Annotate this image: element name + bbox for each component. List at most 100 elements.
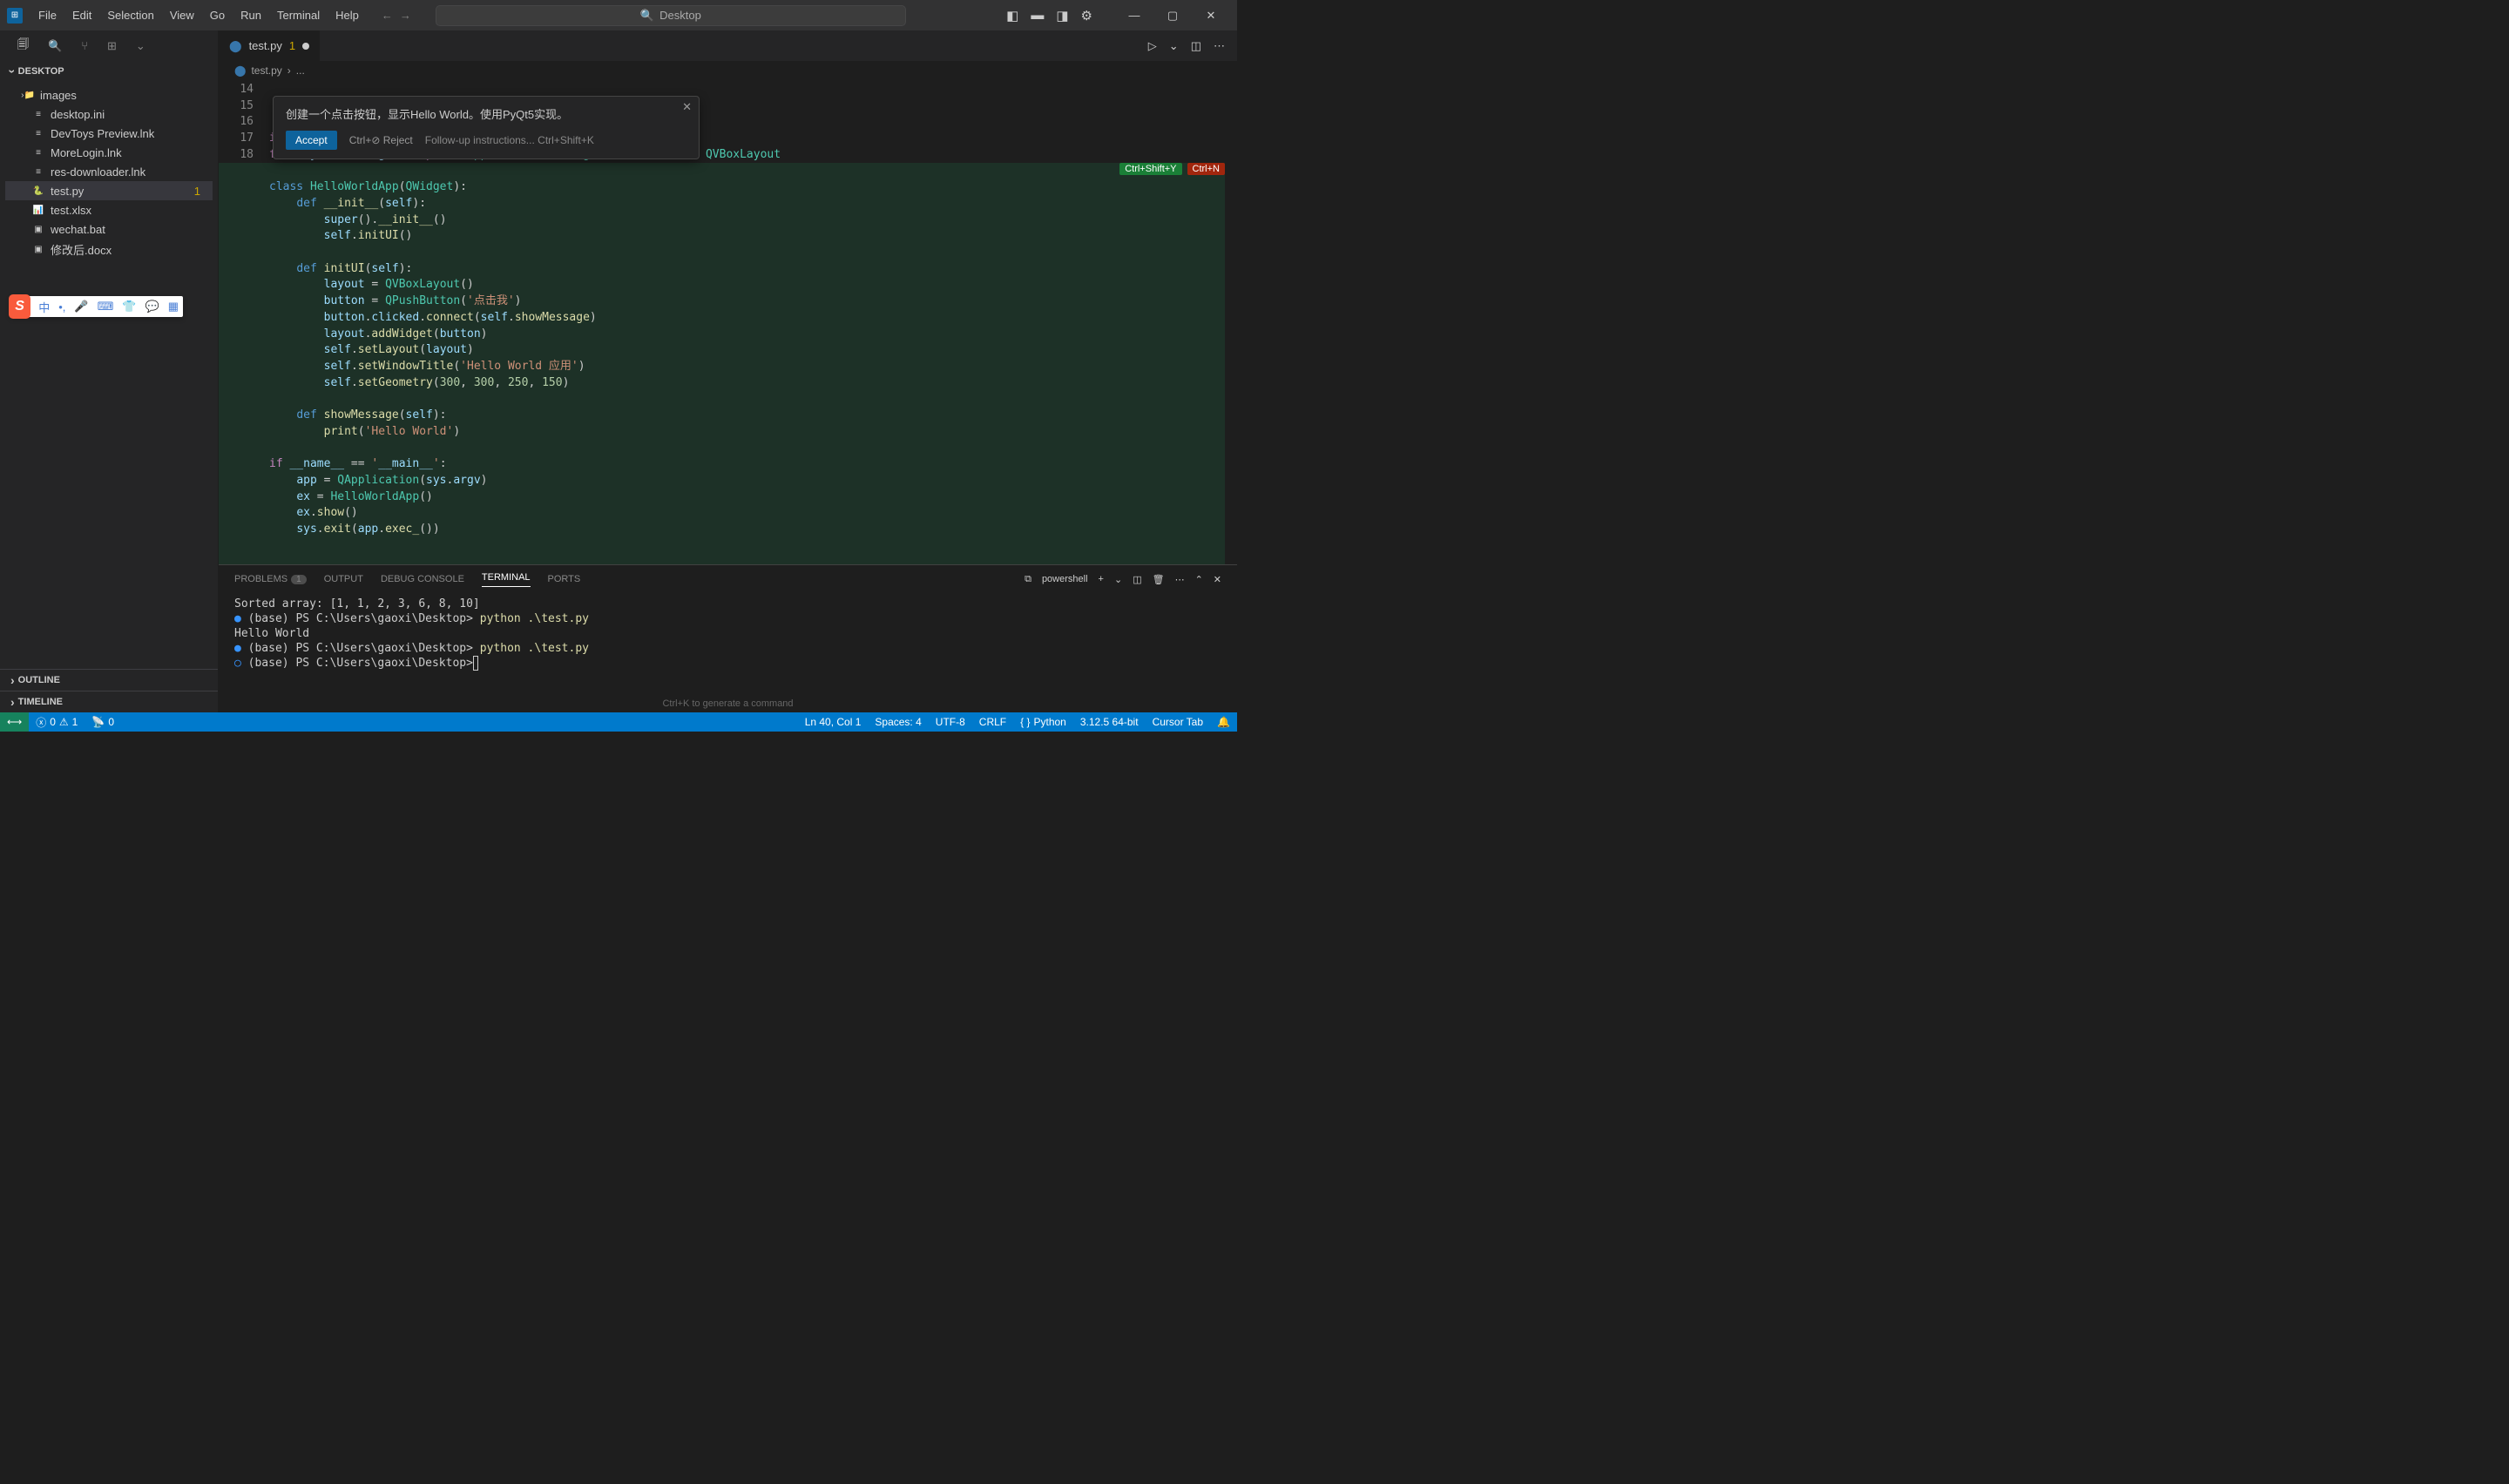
interpreter[interactable]: 3.12.5 64-bit (1073, 716, 1146, 728)
code-editor[interactable]: 1415161718192021222324252627282930313233… (219, 80, 1237, 564)
menu-terminal[interactable]: Terminal (270, 5, 327, 25)
reject-hint[interactable]: Ctrl+⊘ Reject (349, 134, 413, 146)
search-side-icon[interactable]: 🔍 (48, 39, 62, 53)
trash-icon[interactable]: 🗑 (1153, 574, 1165, 585)
menu-help[interactable]: Help (328, 5, 366, 25)
sidebar: 🗐 🔍 ⑂ ⊞ ⌄ DESKTOP ›📁images≡desktop.ini ≡ D… (0, 30, 219, 712)
chevron-icon: › (287, 64, 291, 77)
ime-voice-icon[interactable]: 🎤 (70, 300, 92, 314)
source-control-icon[interactable]: ⑂ (81, 39, 88, 52)
tab-problems[interactable]: PROBLEMS1 (234, 574, 307, 584)
chevron-down-icon[interactable]: ⌄ (1114, 574, 1122, 585)
menu-run[interactable]: Run (233, 5, 268, 25)
ime-punct[interactable]: •, (54, 300, 70, 314)
menu-selection[interactable]: Selection (100, 5, 160, 25)
hint-reject[interactable]: Ctrl+N (1187, 163, 1225, 175)
section-desktop[interactable]: DESKTOP (0, 61, 218, 82)
minimize-icon[interactable]: — (1115, 0, 1153, 30)
terminal-panel: PROBLEMS1 OUTPUT DEBUG CONSOLE TERMINAL … (219, 564, 1237, 712)
file-item[interactable]: ≡res-downloader.lnk (5, 162, 213, 181)
ime-chat-icon[interactable]: 💬 (141, 300, 164, 314)
file-item[interactable]: ▣wechat.bat (5, 219, 213, 239)
maximize-icon[interactable]: ▢ (1153, 0, 1192, 30)
errors-warnings[interactable]: ⓧ 0 ⚠ 1 (29, 715, 85, 730)
split-terminal-icon[interactable]: ◫ (1133, 574, 1141, 585)
menu-edit[interactable]: Edit (65, 5, 98, 25)
file-item[interactable]: 📊test.xlsx (5, 200, 213, 219)
ime-keyboard-icon[interactable]: ⌨ (93, 300, 118, 314)
file-item[interactable]: ≡desktop.ini (5, 105, 213, 124)
cursor-position[interactable]: Ln 40, Col 1 (798, 716, 869, 728)
encoding[interactable]: UTF-8 (929, 716, 972, 728)
nav-back-icon[interactable]: ← (382, 9, 393, 22)
command-center[interactable]: 🔍 Desktop (436, 5, 906, 26)
menu-file[interactable]: File (31, 5, 64, 25)
search-icon: 🔍 (640, 9, 654, 23)
terminal-content[interactable]: Sorted array: [1, 1, 2, 3, 6, 8, 10]● (b… (219, 593, 1237, 698)
file-item[interactable]: ≡MoreLogin.lnk (5, 143, 213, 162)
explorer-icon[interactable]: 🗐 (17, 37, 29, 56)
titlebar-right: ◧ ▬ ◨ ⚙ — ▢ ✕ (1006, 0, 1230, 30)
hint-accept[interactable]: Ctrl+Shift+Y (1119, 163, 1181, 175)
gear-icon[interactable]: ⚙ (1081, 8, 1092, 24)
tab-badge: 1 (289, 39, 295, 52)
more-icon[interactable]: ⋯ (1214, 39, 1225, 53)
layout-bottom-icon[interactable]: ▬ (1031, 8, 1044, 23)
ime-lang[interactable]: 中 (34, 299, 54, 315)
close-icon[interactable]: ✕ (682, 100, 692, 114)
menu-go[interactable]: Go (203, 5, 232, 25)
close-panel-icon[interactable]: ✕ (1214, 574, 1221, 585)
breadcrumb[interactable]: ⬤ test.py › ... (219, 61, 1237, 80)
chevron-up-icon[interactable]: ⌃ (1195, 574, 1203, 585)
layout-side-icon[interactable]: ◧ (1006, 8, 1018, 24)
terminal-shell-icon[interactable]: ⧉ (1025, 574, 1031, 585)
tab-test-py[interactable]: ⬤ test.py 1 (219, 30, 321, 61)
eol[interactable]: CRLF (972, 716, 1013, 728)
layout-right-icon[interactable]: ◨ (1056, 8, 1068, 24)
menu-view[interactable]: View (163, 5, 201, 25)
outline-section[interactable]: OUTLINE (0, 669, 218, 691)
file-item[interactable]: ≡ DevToys Preview.lnk (5, 124, 213, 143)
chevron-down-icon[interactable]: ⌄ (136, 39, 145, 53)
file-item[interactable]: ›📁images (5, 85, 213, 105)
breadcrumb-file: test.py (251, 64, 281, 77)
split-icon[interactable]: ◫ (1191, 39, 1201, 53)
nav-forward-icon[interactable]: → (400, 9, 411, 22)
nav-arrows: ← → (382, 9, 411, 22)
bell-icon[interactable]: 🔔 (1210, 716, 1237, 728)
run-icon[interactable]: ▷ (1148, 39, 1157, 53)
file-icon: ›📁 (21, 88, 35, 102)
ime-toolbar[interactable]: S 中 •, 🎤 ⌨ 👕 💬 ▦ (10, 296, 183, 317)
file-name: DevToys Preview.lnk (51, 127, 154, 140)
accept-button[interactable]: Accept (286, 131, 337, 150)
timeline-section[interactable]: TIMELINE (0, 691, 218, 712)
file-icon: ≡ (31, 126, 45, 140)
tab-debug-console[interactable]: DEBUG CONSOLE (381, 574, 464, 584)
shell-name[interactable]: powershell (1042, 574, 1088, 584)
ime-skin-icon[interactable]: 👕 (118, 300, 140, 314)
language-mode[interactable]: { } Python (1013, 716, 1073, 728)
ports-count: 0 (108, 716, 114, 728)
cursor-tab[interactable]: Cursor Tab (1146, 716, 1210, 728)
file-list: ›📁images≡desktop.ini ≡ DevToys Preview.lnk… (0, 82, 218, 264)
ime-grid-icon[interactable]: ▦ (164, 300, 183, 314)
more-icon[interactable]: ⋯ (1175, 574, 1185, 585)
extensions-icon[interactable]: ⊞ (107, 39, 117, 53)
tab-ports[interactable]: PORTS (548, 574, 581, 584)
statusbar: ⟷ ⓧ 0 ⚠ 1 📡 0 Ln 40, Col 1 Spaces: 4 UTF… (0, 712, 1237, 732)
file-item[interactable]: 🐍test.py1 (5, 181, 213, 200)
file-item[interactable]: ▣修改后.docx (5, 239, 213, 260)
close-icon[interactable]: ✕ (1192, 0, 1230, 30)
chevron-down-icon[interactable]: ⌄ (1169, 39, 1179, 53)
remote-indicator[interactable]: ⟷ (0, 712, 29, 732)
tab-output[interactable]: OUTPUT (324, 574, 363, 584)
sidebar-tabs: 🗐 🔍 ⑂ ⊞ ⌄ (0, 30, 218, 61)
indent[interactable]: Spaces: 4 (868, 716, 928, 728)
titlebar: ⊞ File Edit Selection View Go Run Termin… (0, 0, 1237, 30)
tab-terminal[interactable]: TERMINAL (482, 572, 531, 587)
outline-label: OUTLINE (18, 675, 60, 685)
ports-forward[interactable]: 📡 0 (85, 716, 121, 728)
file-badge: 1 (194, 185, 207, 198)
terminal-tabs: PROBLEMS1 OUTPUT DEBUG CONSOLE TERMINAL … (219, 565, 1237, 593)
new-terminal-icon[interactable]: + (1099, 574, 1104, 584)
